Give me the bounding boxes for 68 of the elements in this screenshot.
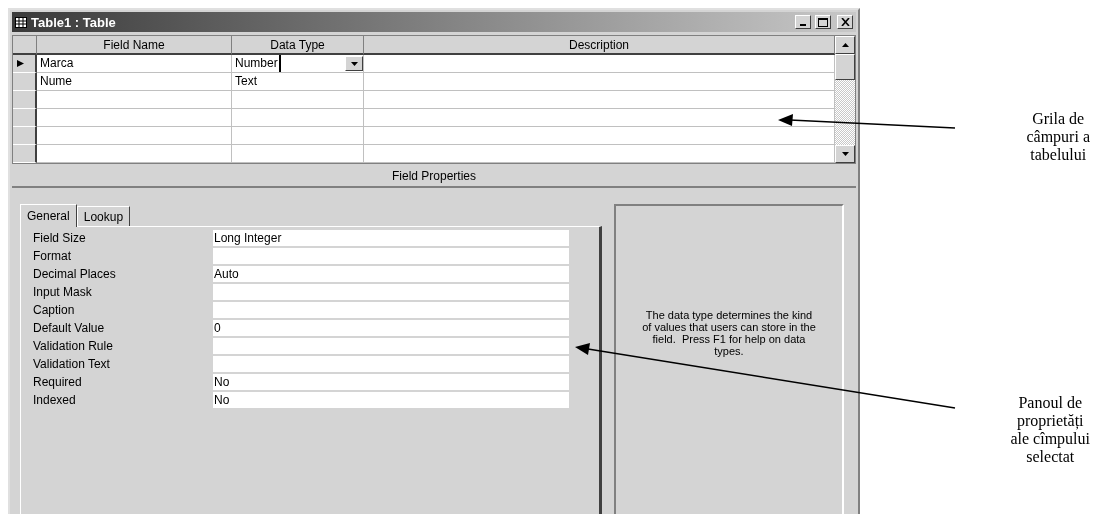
description-cell[interactable] (364, 127, 835, 145)
section-title: Field Properties (12, 164, 856, 188)
property-field[interactable]: Long Integer (213, 230, 569, 246)
row-selector[interactable] (13, 73, 37, 91)
property-field[interactable] (213, 284, 569, 300)
property-field[interactable] (213, 302, 569, 318)
scroll-down-button[interactable] (835, 145, 855, 163)
annotation-text: Grila de câmpuri a tabelului (1026, 110, 1090, 164)
property-label: Decimal Places (33, 266, 117, 282)
column-header: Field Name (37, 36, 232, 55)
maximize-icon (818, 17, 828, 27)
column-header: Data Type (232, 36, 364, 55)
row-selector[interactable] (13, 145, 37, 163)
field-name-cell[interactable] (37, 145, 232, 163)
scroll-up-button[interactable] (835, 36, 855, 54)
description-cell[interactable] (364, 73, 835, 91)
property-field[interactable]: No (213, 392, 569, 408)
column-header: Description (364, 36, 835, 55)
description-cell[interactable] (364, 145, 835, 163)
tab[interactable]: General (20, 204, 77, 227)
field-name-cell[interactable]: Marca (37, 55, 232, 73)
row-selector[interactable] (13, 127, 37, 145)
property-label: Validation Text (33, 356, 111, 372)
property-field[interactable]: Auto (213, 266, 569, 282)
data-type-cell[interactable]: Text (232, 73, 364, 91)
close-button[interactable] (837, 15, 853, 29)
row-selector[interactable] (13, 55, 37, 73)
data-type-cell[interactable]: Number (232, 55, 364, 73)
property-field[interactable] (213, 248, 569, 264)
current-row-icon (17, 60, 24, 67)
annotation-text: Panoul de proprietăți ale cîmpului selectat (1010, 394, 1090, 466)
field-name-cell[interactable]: Nume (37, 73, 232, 91)
property-field[interactable] (213, 356, 569, 372)
window-title: Table1 : Table (31, 14, 117, 30)
property-field[interactable]: No (213, 374, 569, 390)
property-label: Indexed (33, 392, 77, 408)
caret-icon (350, 61, 358, 66)
field-name-cell[interactable] (37, 127, 232, 145)
property-label: Caption (33, 302, 76, 318)
data-type-cell[interactable] (232, 91, 364, 109)
close-icon (840, 18, 850, 26)
field-name-cell[interactable] (37, 91, 232, 109)
data-type-cell[interactable] (232, 145, 364, 163)
description-cell[interactable] (364, 91, 835, 109)
property-label: Required (33, 374, 83, 390)
row-selector[interactable] (13, 91, 37, 109)
up-arrow-icon (841, 43, 849, 47)
row-selector[interactable] (13, 109, 37, 127)
table-icon (15, 16, 27, 28)
property-label: Format (33, 248, 72, 264)
data-type-cell[interactable] (232, 127, 364, 145)
property-label: Validation Rule (33, 338, 114, 354)
description-cell[interactable] (364, 55, 835, 73)
help-text: The data type determines the kind of values that users can store in the field. Press F1 for help on data types. (641, 309, 817, 357)
property-label: Default Value (33, 320, 106, 336)
scrollbar[interactable] (835, 36, 855, 163)
property-field[interactable]: 0 (213, 320, 569, 336)
field-name-cell[interactable] (37, 109, 232, 127)
down-arrow-icon (841, 152, 849, 156)
property-label: Input Mask (33, 284, 93, 300)
scroll-thumb[interactable] (835, 54, 855, 80)
data-type-cell[interactable] (232, 109, 364, 127)
property-label: Field Size (33, 230, 87, 246)
property-field[interactable] (213, 338, 569, 354)
tab[interactable]: Lookup (76, 206, 131, 226)
maximize-button[interactable] (815, 15, 831, 29)
minimize-button[interactable] (795, 15, 811, 29)
dropdown-button[interactable] (345, 56, 363, 71)
